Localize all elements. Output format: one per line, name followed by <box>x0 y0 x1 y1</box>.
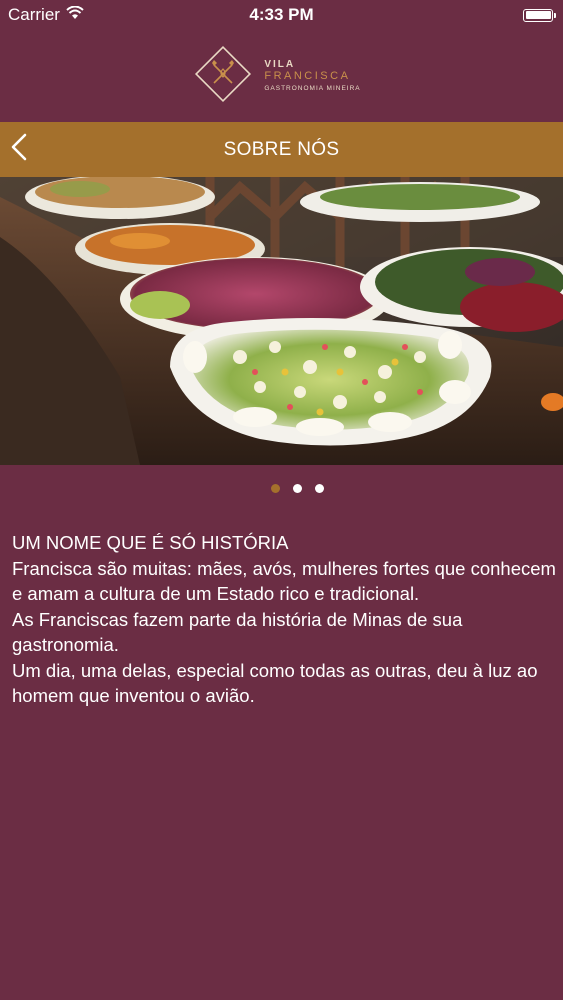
hero-image-carousel[interactable] <box>0 177 563 465</box>
wifi-icon <box>66 5 84 25</box>
about-paragraph-1: Francisca são muitas: mães, avós, mulher… <box>12 557 556 605</box>
chevron-left-icon <box>9 132 29 167</box>
logo-area: VILA FRANCISCA GASTRONOMIA MINEIRA <box>0 30 563 122</box>
logo-text: VILA FRANCISCA GASTRONOMIA MINEIRA <box>264 59 360 92</box>
food-buffet-image <box>0 177 563 465</box>
about-heading: UM NOME QUE É SÓ HISTÓRIA <box>12 532 289 553</box>
status-bar: Carrier 4:33 PM <box>0 0 563 30</box>
page-dot-3[interactable] <box>315 484 324 493</box>
back-button[interactable] <box>4 132 34 166</box>
logo: VILA FRANCISCA GASTRONOMIA MINEIRA <box>192 43 360 110</box>
carousel-page-indicator <box>16 484 563 498</box>
battery-icon <box>523 8 556 22</box>
about-paragraph-3: Um dia, uma delas, especial como todas a… <box>12 659 538 707</box>
navigation-bar: SOBRE NÓS <box>0 122 563 177</box>
carrier-label: Carrier <box>8 5 60 24</box>
page-dot-1[interactable] <box>271 484 280 493</box>
status-right <box>523 8 563 22</box>
page-dot-2[interactable] <box>293 484 302 493</box>
about-paragraph-2: As Franciscas fazem parte da história de… <box>12 608 463 656</box>
page-title: SOBRE NÓS <box>223 138 340 160</box>
status-left: Carrier <box>0 5 84 25</box>
logo-francisca: FRANCISCA <box>264 70 351 83</box>
logo-vila: VILA <box>264 59 296 71</box>
status-time: 4:33 PM <box>249 5 314 24</box>
about-content: UM NOME QUE É SÓ HISTÓRIA Francisca são … <box>12 530 557 709</box>
logo-diamond-icon <box>192 43 254 110</box>
logo-subtitle: GASTRONOMIA MINEIRA <box>264 85 361 93</box>
